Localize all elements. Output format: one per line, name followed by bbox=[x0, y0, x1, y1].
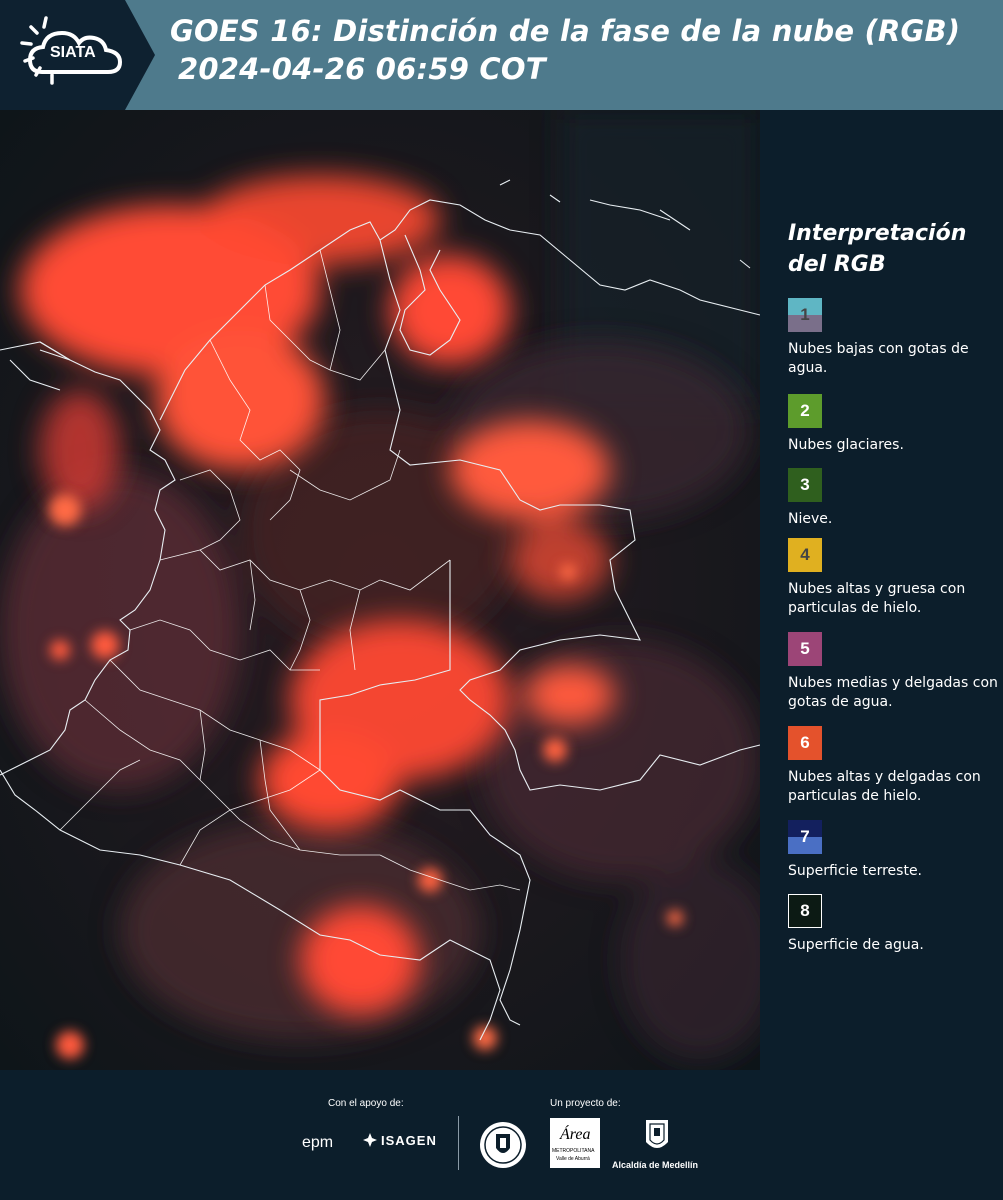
legend-label-3: Nieve. bbox=[788, 511, 833, 527]
legend-label-8: Superficie de agua. bbox=[788, 937, 924, 953]
legend-number-3: 3 bbox=[800, 475, 810, 494]
alcaldia-logo-text: Alcaldía de Medellín bbox=[612, 1160, 699, 1170]
legend-swatch-4: 4 bbox=[788, 538, 822, 572]
header-bar: SIATA GOES 16: Distinción de la fase de … bbox=[0, 0, 1003, 110]
isagen-logo[interactable]: ISAGEN bbox=[362, 1132, 437, 1148]
area-logo-sub2: Valle de Aburrá bbox=[556, 1156, 590, 1162]
legend-swatch-7: 7 bbox=[788, 820, 822, 854]
legend-number-4: 4 bbox=[800, 545, 810, 564]
footer-divider bbox=[458, 1116, 459, 1170]
legend-swatch-2: 2 bbox=[788, 394, 822, 428]
footer: Con el apoyo de: Un proyecto de: epm ISA… bbox=[0, 1070, 1003, 1200]
legend-item-1: 1 Nubes bajas con gotas de agua. bbox=[788, 298, 998, 378]
legend-number-6: 6 bbox=[800, 733, 810, 752]
legend-number-2: 2 bbox=[800, 401, 810, 420]
legend-item-5: 5 Nubes medias y delgadas con gotas de a… bbox=[788, 632, 998, 712]
legend-item-7: 7 Superficie terreste. bbox=[788, 820, 998, 881]
legend-label-1: Nubes bajas con gotas de agua. bbox=[788, 341, 969, 376]
legend-swatch-3: 3 bbox=[788, 468, 822, 502]
legend-label-5: Nubes medias y delgadas con gotas de agu… bbox=[788, 675, 998, 710]
isagen-star-icon bbox=[363, 1133, 377, 1147]
siata-logo-text: SIATA bbox=[50, 44, 96, 61]
legend-item-6: 6 Nubes altas y delgadas con particulas … bbox=[788, 726, 998, 806]
legend-label-4: Nubes altas y gruesa con particulas de h… bbox=[788, 581, 966, 616]
legend-swatch-1: 1 bbox=[788, 298, 822, 332]
siata-logo[interactable]: SIATA bbox=[0, 0, 155, 110]
legend-number-8: 8 bbox=[800, 901, 810, 920]
satellite-map[interactable] bbox=[0, 110, 760, 1070]
title-line-1: GOES 16: Distinción de la fase de la nub… bbox=[170, 14, 961, 48]
legend-title: Interpretación del RGB bbox=[788, 221, 967, 277]
legend-item-8: 8 Superficie de agua. bbox=[788, 894, 998, 955]
area-metropolitana-logo[interactable]: Área METROPOLITANA Valle de Aburrá bbox=[550, 1118, 600, 1168]
legend-label-7: Superficie terreste. bbox=[788, 863, 923, 879]
project-label: Un proyecto de: bbox=[550, 1098, 621, 1109]
epm-logo[interactable]: epm bbox=[302, 1132, 333, 1152]
legend-item-3: 3 Nieve. bbox=[788, 468, 998, 529]
legend-number-7: 7 bbox=[800, 827, 810, 846]
legend-panel: Interpretación del RGB 1 Nubes bajas con… bbox=[760, 110, 1003, 1070]
support-label: Con el apoyo de: bbox=[328, 1098, 404, 1109]
coat-of-arms-icon bbox=[646, 1120, 668, 1148]
seal-logo[interactable] bbox=[478, 1120, 528, 1174]
seal-icon bbox=[480, 1122, 526, 1168]
legend-label-2: Nubes glaciares. bbox=[788, 437, 904, 453]
legend-number-1: 1 bbox=[800, 305, 810, 324]
legend-item-4: 4 Nubes altas y gruesa con particulas de… bbox=[788, 538, 998, 618]
legend-swatch-5: 5 bbox=[788, 632, 822, 666]
legend-label-6: Nubes altas y delgadas con particulas de… bbox=[788, 769, 981, 804]
legend-swatch-6: 6 bbox=[788, 726, 822, 760]
page-title: GOES 16: Distinción de la fase de la nub… bbox=[170, 12, 960, 88]
legend-number-5: 5 bbox=[800, 639, 810, 658]
legend-swatch-8: 8 bbox=[788, 894, 822, 928]
area-logo-sub: METROPOLITANA bbox=[552, 1148, 595, 1154]
isagen-logo-text: ISAGEN bbox=[381, 1132, 437, 1148]
title-line-2: 2024-04-26 06:59 COT bbox=[178, 52, 546, 86]
area-logo-text: Área bbox=[560, 1126, 591, 1143]
epm-logo-text: epm bbox=[302, 1134, 334, 1151]
legend-item-2: 2 Nubes glaciares. bbox=[788, 394, 998, 455]
